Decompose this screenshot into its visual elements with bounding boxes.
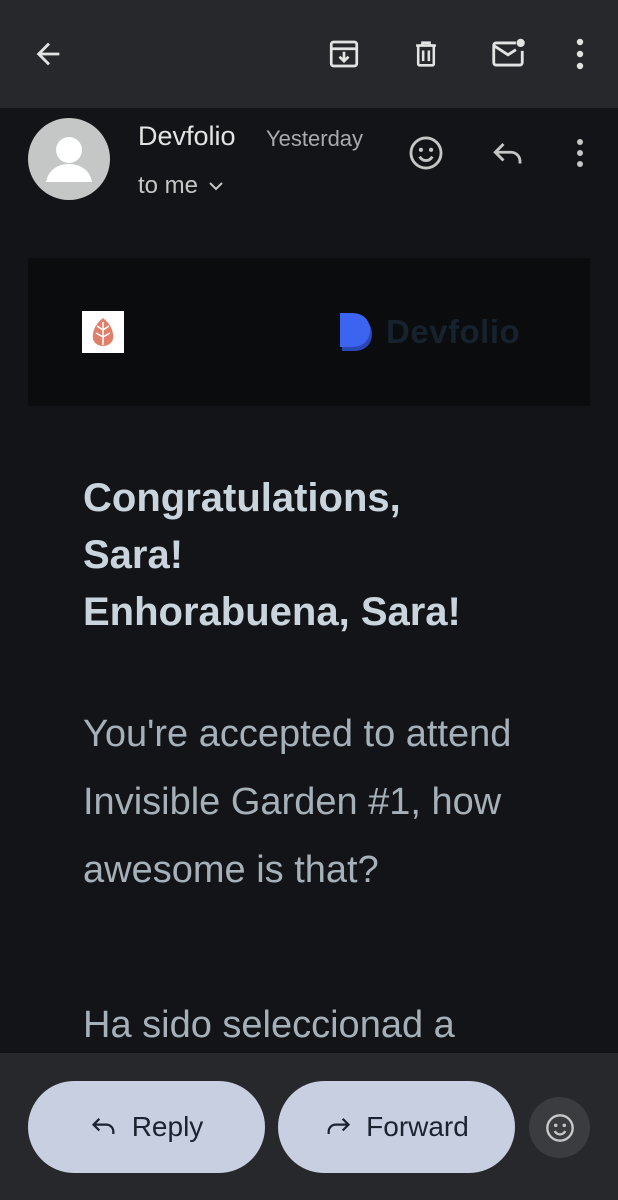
person-icon: [46, 137, 92, 182]
forward-arrow-icon: [327, 1118, 351, 1134]
headline-line-2: Sara!: [83, 533, 184, 577]
trash-icon[interactable]: [402, 30, 450, 78]
spanish-paragraph: Ha sido seleccionad a: [83, 1004, 455, 1046]
reply-label: Reply: [131, 1111, 204, 1142]
arrow-left-icon[interactable]: [24, 30, 72, 78]
forward-button[interactable]: Forward: [278, 1081, 515, 1173]
chevron-down-icon: [209, 182, 223, 191]
more-vert-icon[interactable]: [556, 30, 604, 78]
devfolio-brand: Devfolio: [338, 311, 520, 353]
smiley-icon: [545, 1113, 574, 1142]
reply-arrow-icon: [91, 1118, 115, 1134]
recipient-label: to me: [138, 172, 199, 199]
headline-line-3: Enhorabuena, Sara!: [83, 590, 461, 634]
message-date: Yesterday: [266, 126, 364, 151]
recipient-toggle[interactable]: to me: [138, 172, 224, 200]
devfolio-logo-icon: [340, 313, 372, 351]
emoji-reaction-icon[interactable]: [402, 129, 450, 177]
top-app-bar: [0, 0, 618, 108]
reply-button[interactable]: Reply: [28, 1081, 265, 1173]
reply-icon[interactable]: [484, 129, 532, 177]
sender-avatar[interactable]: [28, 118, 110, 200]
leaf-logo: [82, 311, 124, 353]
brand-name: Devfolio: [386, 313, 521, 350]
archive-icon[interactable]: [320, 30, 368, 78]
acceptance-paragraph: You're accepted to attend Invisible Gard…: [83, 713, 512, 891]
mail-unread-icon[interactable]: [484, 30, 532, 78]
email-headline: Congratulations, Sara! Enhorabuena, Sara…: [83, 470, 563, 641]
message-more-icon[interactable]: [556, 129, 604, 177]
forward-label: Forward: [366, 1111, 469, 1142]
sender-name[interactable]: Devfolio: [138, 121, 236, 152]
headline-line-1: Congratulations,: [83, 476, 401, 520]
emoji-button[interactable]: [529, 1097, 590, 1158]
